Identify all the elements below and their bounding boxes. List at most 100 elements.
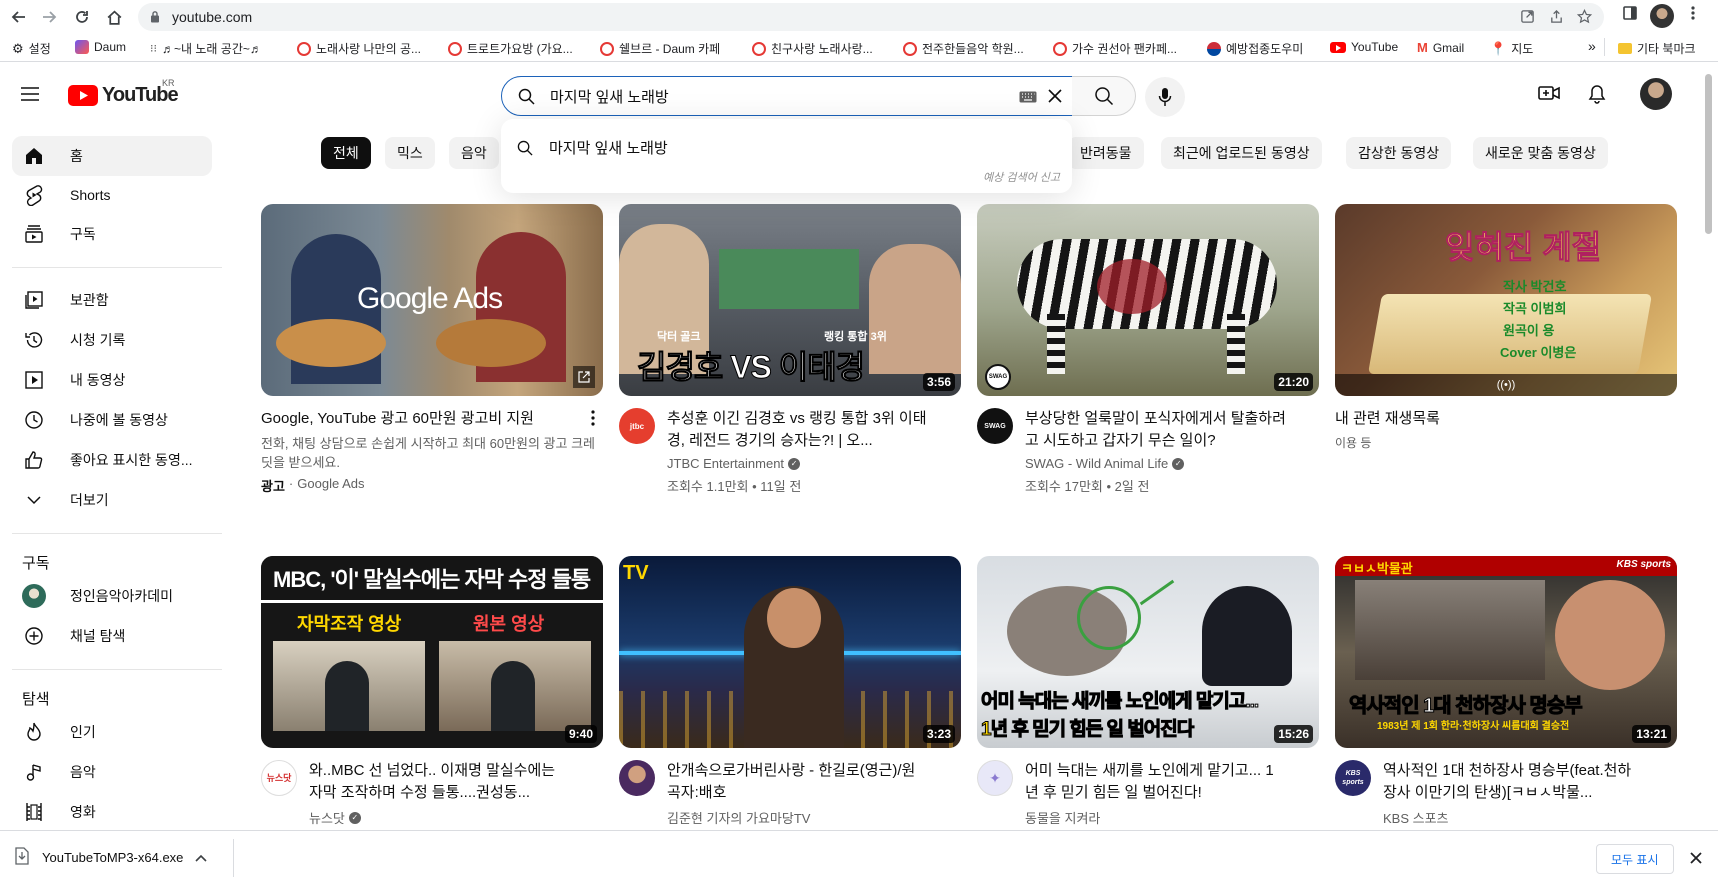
sidebar-item-channel[interactable]: 정인음악아카데미 xyxy=(12,576,212,616)
video-thumbnail[interactable]: TV 3:23 xyxy=(619,556,961,748)
notifications-bell-icon[interactable] xyxy=(1588,84,1606,109)
channel-avatar[interactable]: SWAG xyxy=(977,408,1013,444)
home-icon[interactable] xyxy=(101,4,127,30)
channel-name[interactable]: SWAG - Wild Animal Life ✓ xyxy=(1025,456,1185,471)
channel-name[interactable]: 뉴스닷 ✓ xyxy=(309,808,361,827)
channel-avatar[interactable]: jtbc xyxy=(619,408,655,444)
video-card[interactable]: MBC, '이' 말실수에는 자막 수정 들통 자막조작 영상 원본 영상 9:… xyxy=(261,556,603,860)
sidebar-item-browse-channels[interactable]: 채널 탐색 xyxy=(12,616,212,656)
voice-search-button[interactable] xyxy=(1145,77,1185,117)
video-card[interactable]: ㅋㅂㅅ박물관 KBS sports 역사적인 1대 천하장사 명승부 1983년… xyxy=(1335,556,1677,860)
back-icon[interactable] xyxy=(6,4,32,30)
bookmark-star-icon[interactable] xyxy=(1576,8,1593,29)
bookmark-song-space[interactable]: ⁝⁝ ♬~내 노래 공간~♬ xyxy=(150,40,262,57)
browser-menu-icon[interactable] xyxy=(1690,5,1696,26)
video-title[interactable]: 안개속으로가버린사랑 - 한길로(영근)/원곡자:배호 xyxy=(667,760,929,804)
report-suggestions-link[interactable]: 예상 검색어 신고 xyxy=(983,169,1060,185)
video-title[interactable]: 와..MBC 선 넘었다.. 이재명 말실수에는 자막 조작하며 수정 들통..… xyxy=(309,760,571,804)
chip-recently-uploaded[interactable]: 최근에 업로드된 동영상 xyxy=(1161,137,1322,169)
video-title[interactable]: 내 관련 재생목록 xyxy=(1335,408,1645,430)
youtube-logo[interactable]: YouTube KR xyxy=(68,78,179,107)
chip-all[interactable]: 전체 xyxy=(321,137,371,169)
chip-mix[interactable]: 믹스 xyxy=(385,137,435,169)
close-icon[interactable] xyxy=(1690,851,1702,869)
account-avatar[interactable] xyxy=(1640,78,1672,110)
sidebar-item-home[interactable]: 홈 xyxy=(12,136,212,176)
bookmark-cafe-5[interactable]: 전주한들음악 학원... xyxy=(903,40,1024,57)
video-thumbnail[interactable]: MBC, '이' 말실수에는 자막 수정 들통 자막조작 영상 원본 영상 9:… xyxy=(261,556,603,748)
external-link-icon[interactable] xyxy=(573,366,595,388)
more-bookmarks-button[interactable]: » xyxy=(1588,38,1596,54)
sidebar-item-shorts[interactable]: Shorts xyxy=(12,175,212,215)
bookmark-cafe-3[interactable]: 쉘브르 - Daum 카페 xyxy=(600,40,720,57)
bookmark-cafe-1[interactable]: 노래사랑 나만의 공... xyxy=(297,40,421,57)
keyboard-icon[interactable] xyxy=(1019,90,1037,108)
search-button[interactable] xyxy=(1072,76,1136,116)
create-video-icon[interactable] xyxy=(1538,84,1560,107)
sidebar-item-show-more[interactable]: 더보기 xyxy=(12,480,212,520)
channel-avatar[interactable]: KBS sports xyxy=(1335,760,1371,796)
bookmark-vaccination[interactable]: 예방접종도우미 xyxy=(1207,40,1303,57)
channel-avatar[interactable]: 뉴스닷 xyxy=(261,760,297,796)
channel-avatar[interactable] xyxy=(619,760,655,796)
profile-avatar-icon[interactable] xyxy=(1650,4,1674,28)
video-title[interactable]: 역사적인 1대 천하장사 명승부(feat.천하장사 이만기의 탄생)[ㅋㅂㅅ박… xyxy=(1383,760,1645,804)
video-thumbnail[interactable]: Google Ads xyxy=(261,204,603,396)
bookmark-gmail[interactable]: M Gmail xyxy=(1417,40,1464,55)
search-input[interactable] xyxy=(550,87,990,105)
sidebar-item-movies[interactable]: 영화 xyxy=(12,792,212,832)
bookmark-cafe-2[interactable]: 트로트가요방 (가요... xyxy=(448,40,573,57)
other-bookmarks[interactable]: 기타 북마크 xyxy=(1618,40,1696,57)
bookmark-daum[interactable]: Daum xyxy=(75,40,126,54)
menu-icon[interactable] xyxy=(20,86,40,107)
video-card[interactable]: 어미 늑대는 새끼를 노인에게 맡기고... 1년 후 믿기 힘든 일 벌어진다… xyxy=(977,556,1319,860)
video-title[interactable]: 어미 늑대는 새끼를 노인에게 맡기고... 1년 후 믿기 힘든 일 벌어진다… xyxy=(1025,760,1287,804)
video-thumbnail[interactable]: 닥터 골크 랭킹 통합 3위 김경호 VS 이태경 3:56 xyxy=(619,204,961,396)
more-options-icon[interactable] xyxy=(591,410,595,431)
share-icon[interactable] xyxy=(1549,9,1564,29)
channel-avatar[interactable]: ✦ xyxy=(977,760,1013,796)
sidebar-item-watch-later[interactable]: 나중에 볼 동영상 xyxy=(12,400,212,440)
chip-new-to-you[interactable]: 새로운 맞춤 동영상 xyxy=(1473,137,1608,169)
sidebar-item-trending[interactable]: 인기 xyxy=(12,712,212,752)
chip-watched[interactable]: 감상한 동영상 xyxy=(1346,137,1452,169)
video-card[interactable]: 닥터 골크 랭킹 통합 3위 김경호 VS 이태경 3:56 jtbc 추성훈 … xyxy=(619,204,961,508)
video-thumbnail[interactable]: SWAG 21:20 xyxy=(977,204,1319,396)
sidebar-item-library[interactable]: 보관함 xyxy=(12,280,212,320)
suggestion-item[interactable]: 마지막 잎새 노래방 xyxy=(517,137,668,158)
open-in-app-icon[interactable] xyxy=(1520,9,1535,29)
video-card-mix[interactable]: 잊혀진 계절 작사 박건호 작곡 이범희 원곡이 용 Cover 이병은 ((•… xyxy=(1335,204,1677,508)
forward-icon[interactable] xyxy=(36,4,62,30)
page-scrollbar[interactable] xyxy=(1702,66,1714,826)
video-card-ad[interactable]: Google Ads Google, YouTube 광고 60만원 광고비 지… xyxy=(261,204,603,508)
video-card[interactable]: SWAG 21:20 SWAG 부상당한 얼룩말이 포식자에게서 탈출하려고 시… xyxy=(977,204,1319,508)
sidebar-item-liked-videos[interactable]: 좋아요 표시한 동영... xyxy=(12,440,212,480)
bookmark-maps[interactable]: 📍 지도 xyxy=(1490,40,1533,57)
channel-name[interactable]: KBS 스포츠 xyxy=(1383,808,1449,827)
sidebar-item-music[interactable]: 음악 xyxy=(12,752,212,792)
sidebar-item-history[interactable]: 시청 기록 xyxy=(12,320,212,360)
reload-icon[interactable] xyxy=(69,4,95,30)
scrollbar-thumb[interactable] xyxy=(1705,74,1712,234)
channel-name[interactable]: 동물을 지켜라 xyxy=(1025,808,1100,827)
address-bar[interactable]: youtube.com xyxy=(138,3,1604,31)
chevron-up-icon[interactable] xyxy=(195,850,207,865)
video-thumbnail[interactable]: 어미 늑대는 새끼를 노인에게 맡기고... 1년 후 믿기 힘든 일 벌어진다… xyxy=(977,556,1319,748)
video-title[interactable]: Google, YouTube 광고 60만원 광고비 지원 xyxy=(261,408,561,430)
clear-search-icon[interactable] xyxy=(1047,88,1063,109)
sidebar-item-your-videos[interactable]: 내 동영상 xyxy=(12,360,212,400)
chip-music[interactable]: 음악 xyxy=(449,137,499,169)
ad-channel[interactable]: Google Ads xyxy=(297,476,364,495)
bookmark-cafe-4[interactable]: 친구사랑 노래사랑... xyxy=(752,40,873,57)
video-thumbnail[interactable]: ㅋㅂㅅ박물관 KBS sports 역사적인 1대 천하장사 명승부 1983년… xyxy=(1335,556,1677,748)
video-card[interactable]: TV 3:23 안개속으로가버린사랑 - 한길로(영근)/원곡자:배호 김준현 … xyxy=(619,556,961,860)
sidepanel-icon[interactable] xyxy=(1622,5,1638,26)
channel-name[interactable]: JTBC Entertainment ✓ xyxy=(667,456,801,471)
download-item[interactable]: YouTubeToMP3-x64.exe xyxy=(14,847,207,868)
show-all-downloads-button[interactable]: 모두 표시 xyxy=(1596,844,1674,874)
sidebar-item-subscriptions[interactable]: 구독 xyxy=(12,214,212,254)
bookmark-cafe-6[interactable]: 가수 권선아 팬카페... xyxy=(1053,40,1177,57)
video-title[interactable]: 추성훈 이긴 김경호 vs 랭킹 통합 3위 이태경, 레전드 경기의 승자는?… xyxy=(667,408,929,452)
bookmark-youtube[interactable]: YouTube xyxy=(1330,40,1398,54)
video-thumbnail[interactable]: 잊혀진 계절 작사 박건호 작곡 이범희 원곡이 용 Cover 이병은 ((•… xyxy=(1335,204,1677,396)
